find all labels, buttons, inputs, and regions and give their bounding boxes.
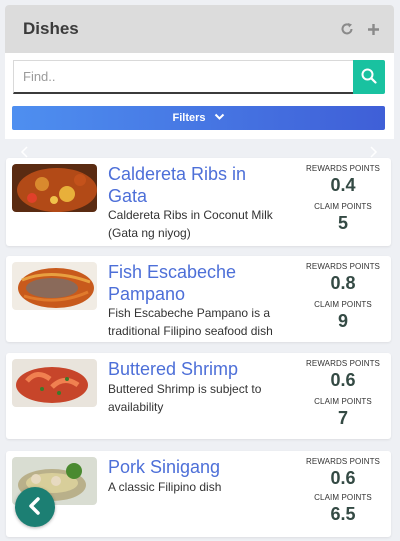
claim-points: CLAIM POINTS 5 (301, 202, 385, 233)
rewards-points-label: REWARDS POINTS (306, 262, 380, 271)
dish-name: Buttered Shrimp (108, 359, 239, 379)
claim-points-label: CLAIM POINTS (314, 202, 372, 211)
filters-label: Filters (172, 112, 206, 124)
rewards-points: REWARDS POINTS 0.6 (301, 457, 385, 488)
header-actions (340, 21, 380, 37)
panel-header: Dishes (5, 5, 394, 53)
rewards-points: REWARDS POINTS 0.8 (301, 262, 385, 293)
dish-card[interactable]: Fish Escabeche Pampano Fish Escabeche Pa… (6, 256, 391, 342)
claim-points: CLAIM POINTS 7 (301, 397, 385, 428)
rewards-points-value: 0.6 (330, 370, 356, 390)
dish-image (12, 359, 97, 407)
rewards-points: REWARDS POINTS 0.4 (301, 164, 385, 195)
rewards-points-value: 0.8 (330, 273, 356, 293)
dish-image (12, 164, 97, 212)
dish-card[interactable]: Buttered Shrimp Buttered Shrimp is subje… (6, 353, 391, 439)
dish-card[interactable]: Caldereta Ribs in Gata Caldereta Ribs in… (6, 158, 391, 246)
search-icon (361, 68, 377, 87)
claim-points-value: 9 (337, 311, 348, 331)
dish-name: Fish Escabeche Pampano (108, 262, 237, 304)
scroll-left-icon[interactable] (20, 143, 30, 158)
dish-name: Caldereta Ribs in Gata (108, 164, 247, 206)
filters-button[interactable]: Filters (12, 106, 385, 130)
rewards-points-value: 0.6 (330, 468, 356, 488)
chevron-left-icon (26, 496, 44, 519)
dish-image (12, 262, 97, 310)
claim-points-value: 7 (337, 408, 348, 428)
rewards-points-label: REWARDS POINTS (306, 164, 380, 173)
claim-points: CLAIM POINTS 6.5 (301, 493, 385, 524)
dish-description: A classic Filipino dish (108, 480, 222, 494)
page-title: Dishes (23, 19, 79, 38)
rewards-points: REWARDS POINTS 0.6 (301, 359, 385, 390)
rewards-points-value: 0.4 (330, 175, 356, 195)
dish-name: Pork Sinigang (108, 457, 221, 477)
back-button[interactable] (15, 487, 55, 527)
dish-description: Buttered Shrimp is subject to availabili… (108, 382, 262, 414)
claim-points: CLAIM POINTS 9 (301, 300, 385, 331)
rewards-points-label: REWARDS POINTS (306, 359, 380, 368)
rewards-points-label: REWARDS POINTS (306, 457, 380, 466)
scroll-right-icon[interactable] (368, 143, 378, 158)
claim-points-label: CLAIM POINTS (314, 493, 372, 502)
dishes-panel: Dishes Filters (5, 5, 394, 139)
chevron-down-icon (214, 112, 225, 124)
claim-points-label: CLAIM POINTS (314, 397, 372, 406)
plus-icon[interactable] (366, 21, 380, 37)
refresh-icon[interactable] (340, 21, 354, 37)
search-bar (13, 60, 385, 94)
search-button[interactable] (353, 60, 385, 94)
dish-description: Fish Escabeche Pampano is a traditional … (108, 306, 273, 338)
claim-points-value: 6.5 (330, 504, 356, 524)
claim-points-label: CLAIM POINTS (314, 300, 372, 309)
search-input[interactable] (13, 60, 353, 94)
dish-card[interactable]: Pork Sinigang A classic Filipino dish RE… (6, 451, 391, 537)
claim-points-value: 5 (337, 213, 348, 233)
dish-description: Caldereta Ribs in Coconut Milk (Gata ng … (108, 208, 273, 240)
